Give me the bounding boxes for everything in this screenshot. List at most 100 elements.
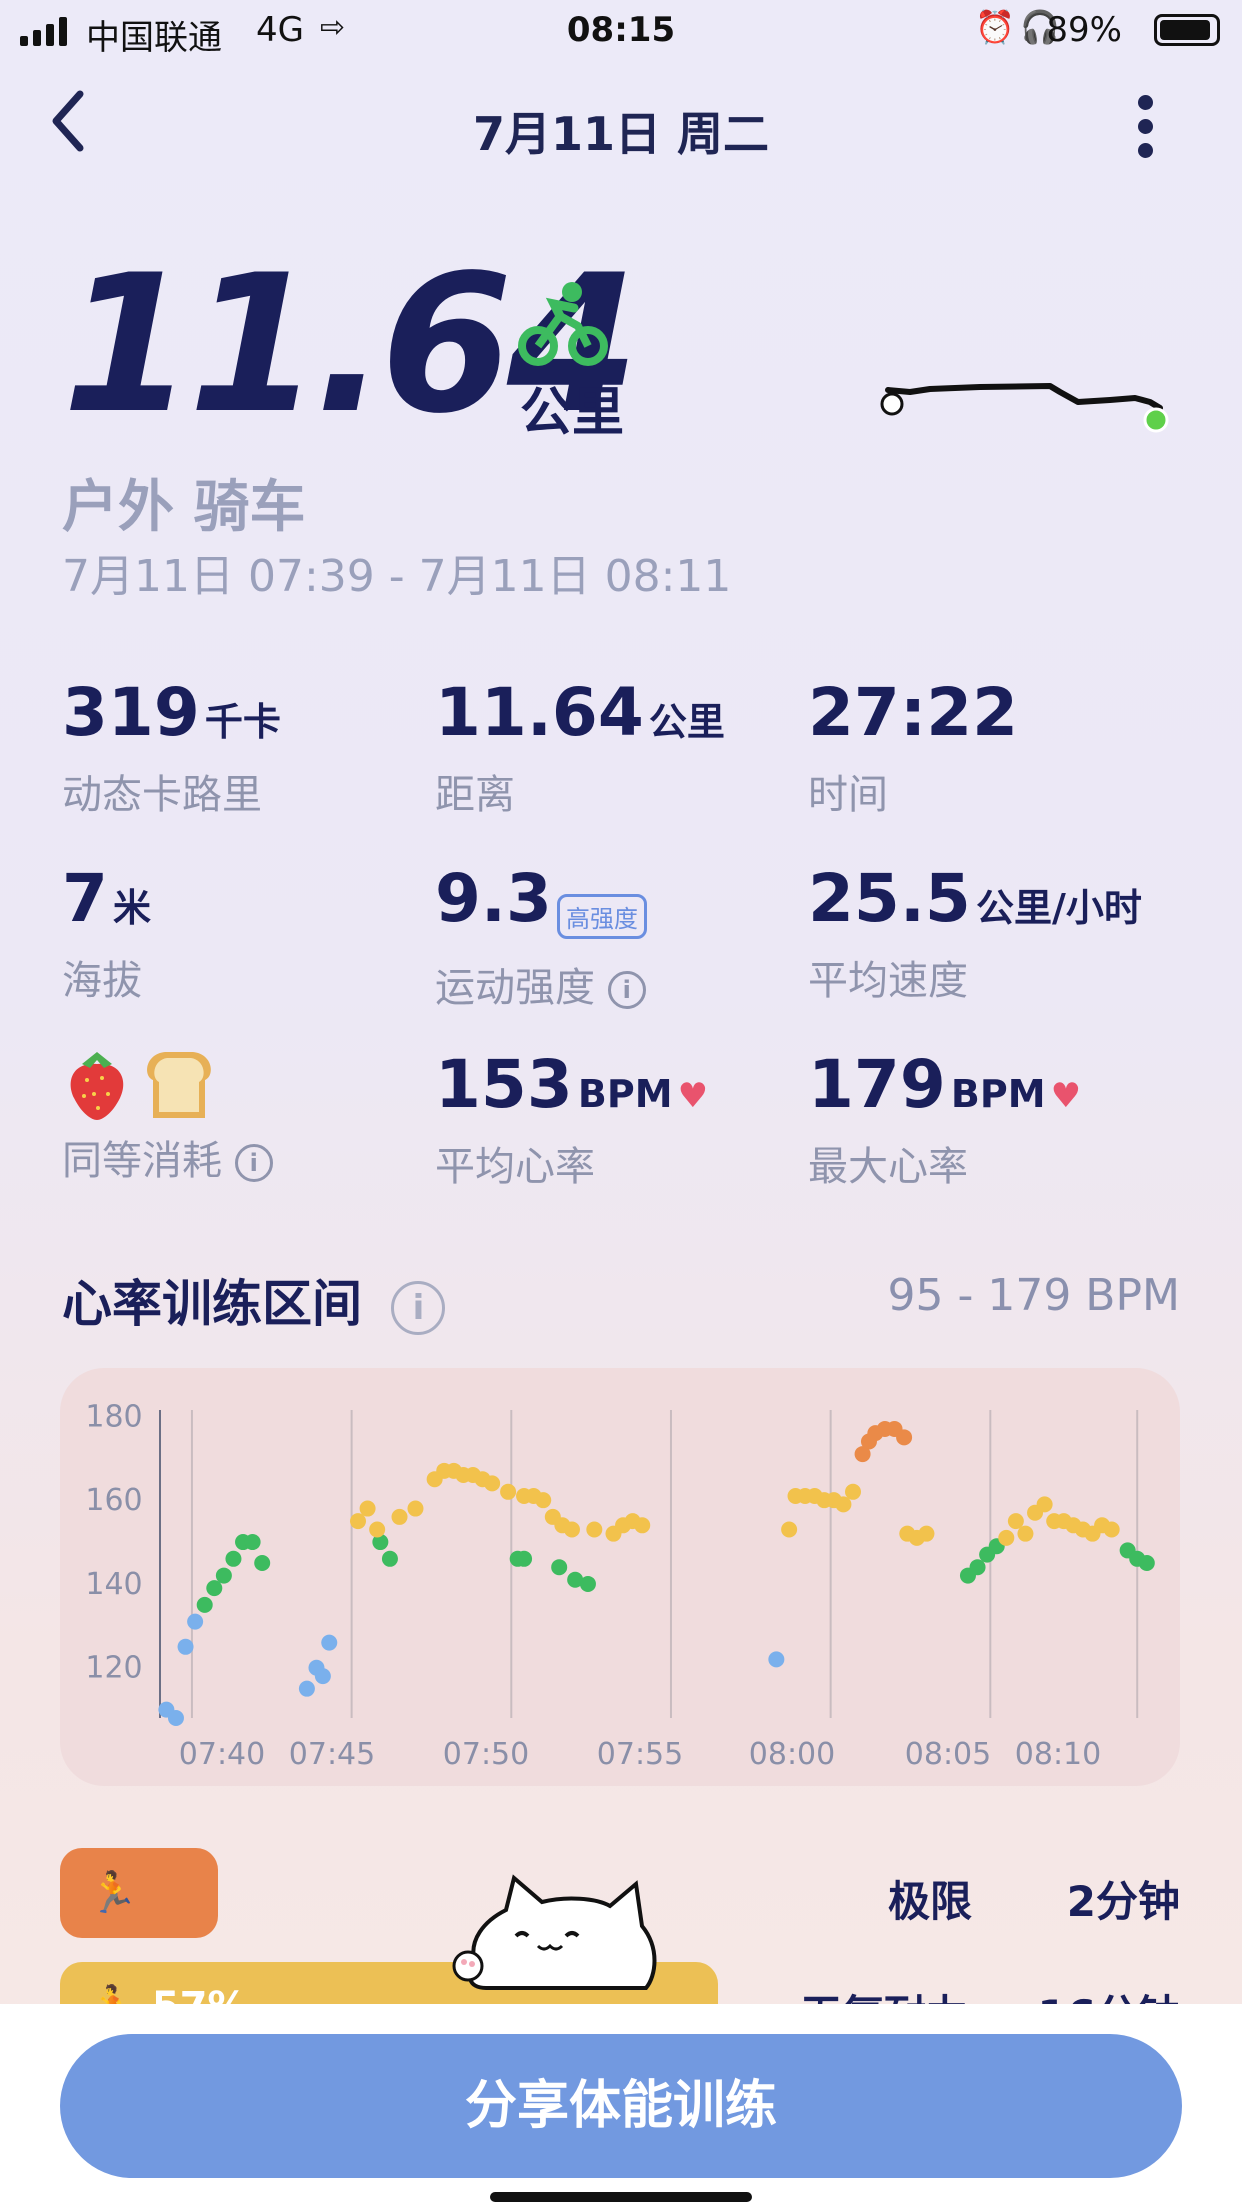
hr-point <box>391 1508 408 1525</box>
hr-point <box>1103 1521 1120 1538</box>
hr-point <box>634 1517 651 1534</box>
hr-point <box>225 1550 242 1567</box>
hr-point <box>369 1521 386 1538</box>
hr-point <box>998 1529 1015 1546</box>
stat-speed: 25.5 公里/小时 平均速度 <box>808 866 1142 1006</box>
calories-label: 动态卡路里 <box>62 772 262 818</box>
y-tick-label: 140 <box>85 1567 142 1602</box>
hr-point <box>1007 1513 1024 1530</box>
hr-point <box>407 1500 424 1517</box>
hr-point <box>1138 1555 1155 1571</box>
zone-duration: 2分钟 <box>1066 1877 1180 1926</box>
activity-type: 户外 骑车 <box>62 475 306 540</box>
bread-icon <box>147 1052 211 1118</box>
heart-icon: ♥ <box>677 1076 709 1116</box>
info-icon[interactable]: i <box>391 1280 446 1335</box>
hr-point <box>768 1651 785 1668</box>
hr-point <box>244 1534 261 1551</box>
avg-hr-label: 平均心率 <box>435 1144 595 1190</box>
section-title: 心率训练区间 i <box>62 1264 446 1336</box>
hr-point <box>586 1521 603 1538</box>
y-tick-label: 180 <box>85 1399 142 1434</box>
avg-hr-unit: BPM <box>577 1072 673 1116</box>
intensity-badge: 高强度 <box>557 894 648 939</box>
battery-percent: 89% <box>1046 10 1122 50</box>
y-tick-label: 120 <box>85 1651 142 1686</box>
cycling-icon <box>518 280 608 370</box>
hr-point <box>535 1492 552 1509</box>
hr-point <box>177 1638 194 1655</box>
hr-point <box>215 1567 232 1584</box>
hr-point <box>835 1496 852 1513</box>
x-tick-label: 08:00 <box>749 1737 835 1772</box>
hr-point <box>196 1596 213 1613</box>
home-indicator <box>490 2192 752 2202</box>
heart-rate-chart[interactable]: 180 160 140 120 07:40 07:45 07:50 07:55 08:00 08:… <box>60 1368 1180 1786</box>
x-tick-label: 08:10 <box>1015 1737 1101 1772</box>
strawberry-icon <box>70 1052 124 1120</box>
info-icon[interactable]: i <box>607 971 646 1009</box>
duration-value: 27:22 <box>808 674 1019 751</box>
hr-point <box>314 1668 331 1685</box>
elevation-unit: 米 <box>113 886 152 930</box>
x-tick-label: 08:05 <box>905 1737 991 1772</box>
hr-point <box>563 1521 580 1538</box>
hr-point <box>781 1521 798 1538</box>
equivalent-label: 同等消耗 <box>62 1138 222 1184</box>
share-button[interactable]: 分享体能训练 <box>60 2034 1182 2178</box>
hr-point <box>500 1483 517 1500</box>
hr-point <box>551 1559 568 1576</box>
hr-point <box>381 1550 398 1567</box>
stat-avg-hr: 153 BPM ♥ 平均心率 <box>435 1052 708 1192</box>
distance-stat-unit: 公里 <box>648 700 725 744</box>
stat-intensity[interactable]: 9.3 高强度 运动强度 i <box>435 866 648 1013</box>
heart-icon: ♥ <box>1050 1076 1082 1116</box>
hr-point <box>579 1575 596 1592</box>
hr-point <box>206 1580 223 1597</box>
speed-label: 平均速度 <box>808 958 968 1004</box>
status-bar: 中国联通 4G ⇨ 08:15 ⏰ 🎧 89% <box>0 0 1242 62</box>
max-hr-label: 最大心率 <box>808 1144 968 1190</box>
zones-title: 心率训练区间 <box>62 1275 362 1333</box>
info-icon[interactable]: i <box>234 1144 273 1182</box>
calories-unit: 千卡 <box>204 700 281 744</box>
alarm-icon: ⏰ <box>975 8 1015 46</box>
calories-value: 319 <box>62 674 200 751</box>
zone-bar: 🏃 5% <box>60 1848 218 2006</box>
stat-equivalent[interactable]: 同等消耗 i <box>62 1046 273 1186</box>
speed-value: 25.5 <box>808 860 971 937</box>
hr-point <box>167 1710 184 1726</box>
hr-point <box>1017 1525 1034 1542</box>
intensity-value: 9.3 <box>435 860 552 937</box>
stat-calories: 319 千卡 动态卡路里 <box>62 680 281 820</box>
hr-point <box>896 1429 913 1446</box>
max-hr-value: 179 <box>808 1046 946 1123</box>
stat-elevation: 7 米 海拔 <box>62 866 151 1006</box>
more-button[interactable] <box>1122 90 1168 160</box>
x-tick-label: 07:45 <box>289 1737 375 1772</box>
cat-sticker <box>446 1870 666 2000</box>
runner-icon: 🏃 <box>88 1870 138 1916</box>
avg-hr-value: 153 <box>435 1046 573 1123</box>
speed-unit: 公里/小时 <box>975 886 1142 930</box>
hr-point <box>484 1475 501 1492</box>
intensity-label: 运动强度 <box>435 965 595 1011</box>
hr-point <box>359 1500 376 1517</box>
hr-point <box>254 1555 271 1571</box>
stat-distance: 11.64 公里 距离 <box>435 680 725 820</box>
distance-stat-value: 11.64 <box>435 674 644 751</box>
x-tick-label: 07:50 <box>443 1737 529 1772</box>
x-tick-label: 07:55 <box>597 1737 683 1772</box>
battery-icon <box>1154 14 1220 46</box>
stat-duration: 27:22 时间 <box>808 680 1018 820</box>
hr-point <box>969 1559 986 1576</box>
page-title: 7月11日 周二 <box>472 107 770 161</box>
more-dots-icon <box>1137 95 1153 110</box>
hr-point <box>516 1550 533 1567</box>
hr-point <box>845 1483 861 1500</box>
hr-point <box>1036 1496 1053 1513</box>
route-map[interactable] <box>870 370 1180 450</box>
hr-point <box>918 1525 935 1542</box>
x-tick-label: 07:40 <box>179 1737 265 1772</box>
elevation-value: 7 <box>62 860 108 937</box>
